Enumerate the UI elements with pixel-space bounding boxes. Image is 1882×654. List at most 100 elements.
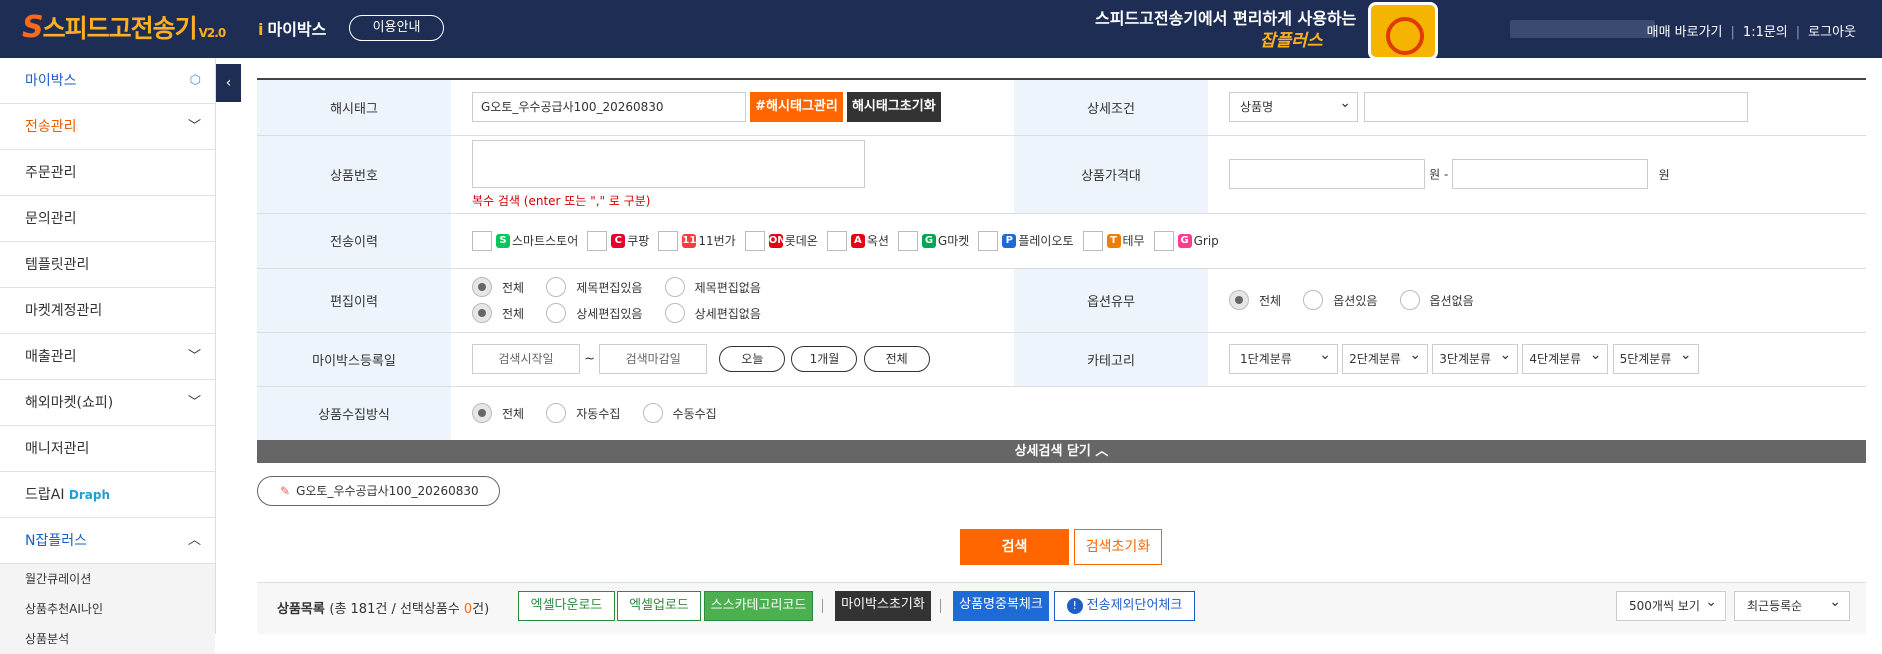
njob-plus-logo-icon[interactable]: [1368, 2, 1438, 60]
close-detail-search-bar[interactable]: 상세검색 닫기 ︿: [257, 440, 1866, 463]
market-label: 11번가: [698, 234, 736, 248]
sidebar-subitem-analysis[interactable]: 상품분석: [0, 624, 215, 654]
trade-link[interactable]: 매매 바로가기: [1647, 25, 1723, 40]
radio-label: 상세편집있음: [576, 306, 643, 321]
radio-option-no[interactable]: [1399, 290, 1420, 310]
market-logo-icon: 11: [682, 233, 697, 248]
radio-detail-edited[interactable]: [546, 303, 567, 323]
radio-label: 자동수집: [576, 406, 621, 421]
inquiry-link[interactable]: 1:1문의: [1743, 25, 1788, 40]
history-label: 전송이력: [257, 213, 451, 269]
price-max-input[interactable]: [1452, 159, 1649, 189]
sidebar-item-inquiries[interactable]: 문의관리: [0, 196, 215, 242]
market-checkbox[interactable]: [1153, 230, 1174, 251]
category-level-5-select[interactable]: 5단계분류: [1612, 341, 1699, 374]
hashtag-input[interactable]: G오토_우수공급사100_20260830: [472, 92, 746, 123]
radio-option-all[interactable]: [1229, 290, 1249, 310]
top-header: S스피드고전송기 V2.0 i 마이박스 이용안내 스피드고전송기에서 편리하게 사…: [0, 0, 1882, 60]
app-logo[interactable]: S스피드고전송기 V2.0: [22, 9, 226, 45]
chevron-down-icon: ﹀: [187, 395, 201, 410]
market-checkboxes: S 스마트스토어 C 쿠팡 11 11번가 ON롯데온 A 옥션 G G마켓 P 플레이오토 T 테무 G Gr…: [451, 213, 1866, 269]
market-label: 테무: [1122, 234, 1145, 248]
sidebar-item-managers[interactable]: 매니저관리: [0, 426, 215, 472]
radio-label: 상세편집없음: [694, 306, 761, 321]
excluded-words-check-button[interactable]: ! 전송제외단어체크: [1054, 591, 1195, 621]
market-label: 옥션: [866, 234, 889, 248]
duplicate-name-check-button[interactable]: 상품명중복체크: [953, 591, 1049, 621]
radio-detail-all[interactable]: [472, 303, 492, 323]
search-button[interactable]: 검색: [960, 529, 1069, 565]
radio-detail-unedited[interactable]: [664, 303, 685, 323]
price-label: 상품가격대: [1014, 135, 1208, 214]
product-no-textarea[interactable]: [472, 139, 865, 188]
market-checkbox[interactable]: [658, 230, 679, 251]
search-reset-button[interactable]: 검색초기화: [1074, 529, 1162, 565]
radio-collect-all[interactable]: [472, 403, 492, 423]
sidebar-item-transfer[interactable]: 전송관리 ﹀: [0, 104, 215, 150]
chevron-left-icon: ‹: [225, 75, 232, 91]
promo-brand[interactable]: 잡플러스: [1260, 26, 1323, 51]
market-logo-icon: C: [611, 233, 626, 248]
excel-upload-button[interactable]: 엑셀업로드: [617, 591, 701, 621]
radio-title-all[interactable]: [472, 277, 492, 297]
info-icon: !: [1066, 598, 1083, 614]
hashtag-manage-button[interactable]: #해시태그관리: [750, 92, 843, 123]
sidebar-item-label: 문의관리: [25, 211, 77, 227]
chevron-up-icon: ︿: [187, 533, 201, 548]
detail-cond-input[interactable]: [1364, 92, 1749, 123]
hashtag-chip[interactable]: ✎ G오토_우수공급사100_20260830: [257, 476, 500, 506]
box-icon: ⬡: [189, 73, 201, 88]
radio-option-yes[interactable]: [1303, 290, 1324, 310]
market-checkbox[interactable]: [587, 230, 608, 251]
category-level-2-select[interactable]: 2단계분류: [1342, 341, 1429, 374]
detail-cond-select[interactable]: 상품명: [1229, 89, 1358, 123]
sidebar-item-sales[interactable]: 매출관리 ﹀: [0, 334, 215, 380]
excel-download-button[interactable]: 엑셀다운로드: [518, 591, 615, 621]
date-month-button[interactable]: 1개월: [791, 346, 858, 372]
sort-select[interactable]: 최근등록순: [1734, 588, 1850, 621]
date-separator: ~: [584, 351, 596, 367]
sidebar-subitem-recommend-ai[interactable]: 상품추천AI나인: [0, 594, 215, 624]
market-checkbox[interactable]: [978, 230, 999, 251]
date-start-input[interactable]: 검색시작일: [472, 344, 580, 374]
market-logo-icon: G: [921, 233, 936, 248]
radio-title-unedited[interactable]: [664, 277, 685, 297]
ss-category-code-button[interactable]: 스스카테고리코드: [704, 591, 813, 621]
sidebar-item-label: 주문관리: [25, 165, 77, 181]
category-level-1-select[interactable]: 1단계분류: [1229, 341, 1338, 374]
sidebar-item-overseas[interactable]: 해외마켓(쇼피) ﹀: [0, 380, 215, 426]
date-today-button[interactable]: 오늘: [719, 346, 786, 372]
hashtag-reset-button[interactable]: 해시태그초기화: [846, 92, 941, 123]
sidebar-item-market-accounts[interactable]: 마켓계정관리: [0, 288, 215, 334]
guide-button[interactable]: 이용안내: [349, 15, 444, 41]
market-checkbox[interactable]: [826, 230, 847, 251]
list-count-suffix: 건): [472, 602, 490, 617]
category-level-3-select[interactable]: 3단계분류: [1432, 341, 1519, 374]
sidebar-collapse-button[interactable]: ‹: [216, 64, 241, 102]
sidebar-item-label: 마켓계정관리: [25, 303, 103, 319]
price-unit: 원: [1658, 167, 1670, 182]
sidebar-item-orders[interactable]: 주문관리: [0, 150, 215, 196]
date-end-input[interactable]: 검색마감일: [599, 344, 708, 374]
date-all-button[interactable]: 전체: [863, 346, 930, 372]
sidebar-item-drop-ai[interactable]: 드랍AI Draph: [0, 472, 215, 518]
mybox-reset-button[interactable]: 마이박스초기화: [835, 591, 931, 621]
sidebar-item-mybox[interactable]: 마이박스 ⬡: [0, 58, 215, 104]
market-checkbox[interactable]: [1082, 230, 1103, 251]
sidebar-item-label: 전송관리: [25, 119, 77, 135]
logout-link[interactable]: 로그아웃: [1808, 25, 1856, 40]
title-edit-radios: 전체 제목편집있음 제목편집없음: [472, 277, 1014, 297]
market-logo-icon: T: [1106, 233, 1121, 248]
radio-collect-manual[interactable]: [642, 403, 663, 423]
market-checkbox[interactable]: [472, 230, 492, 251]
page-size-select[interactable]: 500개씩 보기: [1616, 588, 1726, 621]
market-checkbox[interactable]: [744, 230, 765, 251]
sidebar-subitem-curation[interactable]: 월간큐레이션: [0, 564, 215, 594]
sidebar-item-templates[interactable]: 템플릿관리: [0, 242, 215, 288]
category-level-4-select[interactable]: 4단계분류: [1522, 341, 1609, 374]
sidebar-item-njob-plus[interactable]: N잡플러스 ︿: [0, 518, 215, 564]
price-min-input[interactable]: [1229, 159, 1425, 189]
radio-collect-auto[interactable]: [546, 403, 567, 423]
market-checkbox[interactable]: [897, 230, 918, 251]
radio-title-edited[interactable]: [546, 277, 567, 297]
